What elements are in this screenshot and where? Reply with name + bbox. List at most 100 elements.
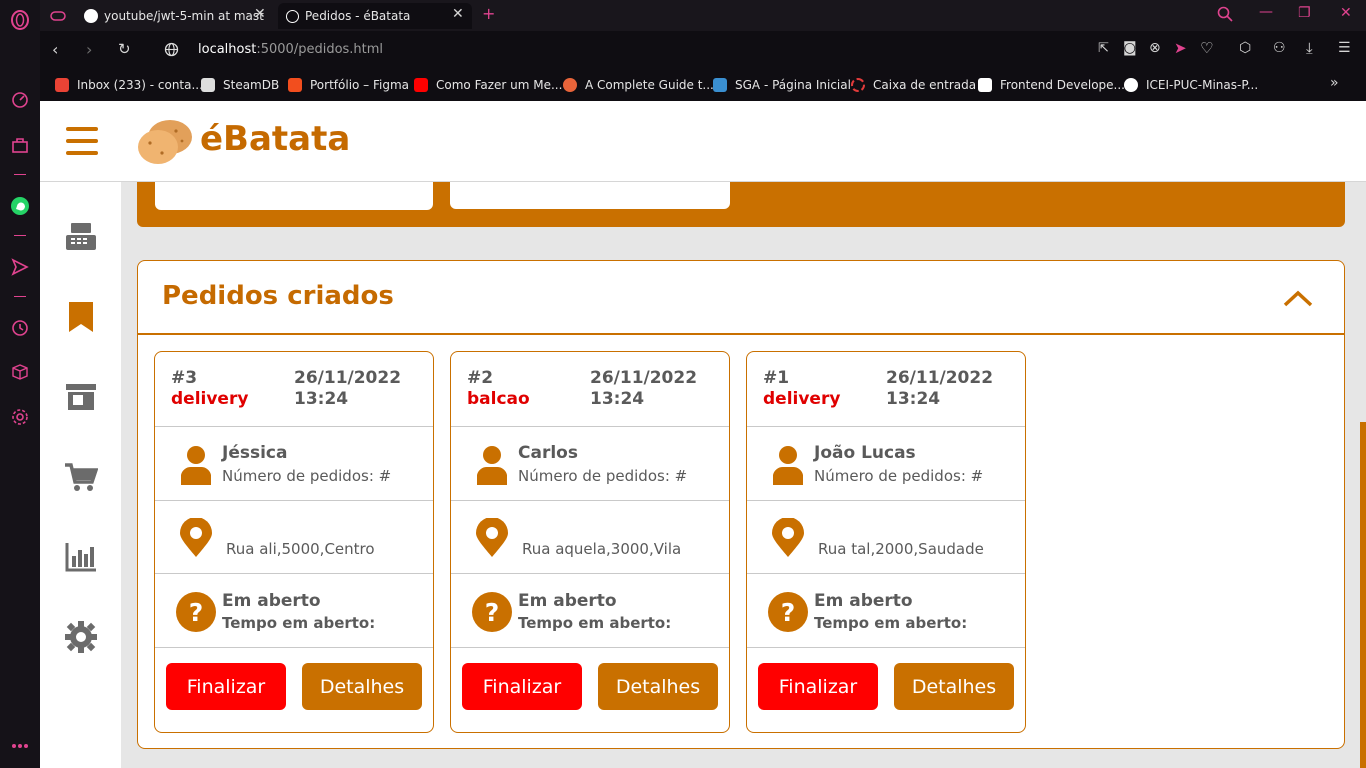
- cart-icon[interactable]: [64, 460, 98, 494]
- customer-name: João Lucas: [814, 443, 916, 463]
- easy-setup-icon[interactable]: ☰: [1338, 40, 1351, 56]
- bookmark-steamdb[interactable]: SteamDB: [201, 76, 279, 94]
- gamepad-icon[interactable]: [50, 8, 66, 27]
- restore-icon[interactable]: ❐: [1298, 5, 1311, 21]
- cash-register-icon[interactable]: [64, 219, 98, 253]
- speed-dial-icon[interactable]: [8, 88, 32, 112]
- finalize-button[interactable]: Finalizar: [462, 663, 582, 710]
- menu-icon[interactable]: [66, 127, 98, 159]
- customer-name: Jéssica: [222, 443, 288, 463]
- account-icon[interactable]: ⚇: [1273, 40, 1286, 56]
- send-icon[interactable]: [8, 255, 32, 279]
- close-window-icon[interactable]: ✕: [1340, 5, 1352, 21]
- order-open-time: Tempo em aberto:: [518, 614, 672, 632]
- app-sidebar: [40, 182, 121, 768]
- page-scrollbar[interactable]: [1360, 182, 1366, 768]
- potato-logo-icon: [136, 115, 196, 171]
- opera-logo-icon[interactable]: [8, 8, 32, 32]
- brand-name[interactable]: éBatata: [200, 119, 350, 159]
- bookmark-icon[interactable]: [64, 300, 98, 334]
- chevron-up-icon[interactable]: [1283, 289, 1313, 311]
- globe-icon: [286, 9, 299, 23]
- question-icon: ?: [472, 592, 512, 636]
- more-icon[interactable]: [8, 734, 32, 758]
- order-time: 13:24: [886, 389, 941, 409]
- customer-orders-count: Número de pedidos: #: [518, 467, 688, 485]
- forward-icon[interactable]: ›: [86, 40, 92, 59]
- frontend-icon: [978, 78, 992, 92]
- tab-strip: youtube/jwt-5-min at mast ✕ Pedidos - éB…: [40, 0, 1366, 31]
- details-button[interactable]: Detalhes: [894, 663, 1014, 710]
- bookmark-figma[interactable]: Portfólio – Figma: [288, 76, 409, 94]
- section-title: Pedidos criados: [162, 281, 394, 311]
- details-button[interactable]: Detalhes: [302, 663, 422, 710]
- adblock-icon[interactable]: ⊗: [1149, 40, 1161, 56]
- back-icon[interactable]: ‹: [52, 40, 58, 59]
- finalize-button[interactable]: Finalizar: [166, 663, 286, 710]
- close-tab-icon[interactable]: ✕: [254, 6, 266, 22]
- order-date: 26/11/2022: [590, 368, 698, 388]
- history-icon[interactable]: [8, 316, 32, 340]
- new-tab-icon[interactable]: +: [482, 4, 495, 23]
- url-field[interactable]: localhost:5000/pedidos.html: [198, 42, 383, 57]
- send-icon[interactable]: ➤: [1174, 39, 1187, 57]
- bookmark-youtube[interactable]: Como Fazer um Me...: [414, 76, 562, 94]
- scrollbar-thumb[interactable]: [1360, 422, 1366, 768]
- order-status: Em aberto: [222, 591, 321, 611]
- search-icon[interactable]: [1217, 6, 1233, 26]
- bookmark-github[interactable]: ICEI-PUC-Minas-P...: [1124, 76, 1258, 94]
- question-icon: ?: [176, 592, 216, 636]
- download-icon[interactable]: ⤓: [1306, 39, 1313, 57]
- cube-icon[interactable]: ⬡: [1239, 40, 1251, 56]
- camera-icon[interactable]: ◙: [1123, 40, 1137, 56]
- sga-icon: [713, 78, 727, 92]
- order-address: Rua ali,5000,Centro: [226, 540, 375, 558]
- close-tab-icon[interactable]: ✕: [452, 6, 464, 22]
- box-icon[interactable]: [8, 360, 32, 384]
- reload-icon[interactable]: ↻: [118, 40, 131, 58]
- bookmark-inbox[interactable]: Caixa de entrada: [851, 76, 976, 94]
- share-icon[interactable]: ⇱: [1098, 41, 1109, 56]
- store-icon[interactable]: [64, 380, 98, 414]
- figma-icon: [288, 78, 302, 92]
- gear-icon[interactable]: [64, 620, 98, 654]
- order-time: 13:24: [294, 389, 349, 409]
- person-icon: [773, 445, 803, 489]
- bookmark-gmail[interactable]: Inbox (233) - conta...: [55, 76, 203, 94]
- heart-icon[interactable]: ♡: [1200, 39, 1213, 57]
- settings-icon[interactable]: [8, 405, 32, 429]
- order-status: Em aberto: [518, 591, 617, 611]
- address-bar-row: ‹ › ↻ localhost:5000/pedidos.html ⇱ ◙ ⊗ …: [40, 31, 1366, 69]
- customer-orders-count: Número de pedidos: #: [222, 467, 392, 485]
- map-pin-icon: [475, 517, 509, 562]
- minimize-icon[interactable]: —: [1259, 4, 1273, 20]
- bookmark-sga[interactable]: SGA - Página Inicial: [713, 76, 851, 94]
- svg-text:?: ?: [189, 598, 204, 627]
- browser-sidebar: [0, 0, 40, 768]
- bookmark-guide[interactable]: A Complete Guide t...: [563, 76, 714, 94]
- tab-pedidos[interactable]: Pedidos - éBatata: [278, 3, 472, 29]
- order-time: 13:24: [590, 389, 645, 409]
- mail-icon: [851, 78, 865, 92]
- more-bookmarks-icon[interactable]: »: [1330, 75, 1339, 91]
- page-viewport: éBatata Pedidos criados #3 delivery 26/1…: [40, 101, 1366, 768]
- order-card: #2 balcao 26/11/2022 13:24 Carlos Número…: [450, 351, 730, 733]
- finalize-button[interactable]: Finalizar: [758, 663, 878, 710]
- chart-icon[interactable]: [64, 540, 98, 574]
- bookmarks-bar: Inbox (233) - conta... SteamDB Portfólio…: [40, 69, 1366, 101]
- tab-github[interactable]: youtube/jwt-5-min at mast: [76, 3, 276, 29]
- bag-icon[interactable]: [8, 133, 32, 157]
- order-number: #2: [467, 368, 494, 388]
- map-pin-icon: [179, 517, 213, 562]
- whatsapp-icon[interactable]: [8, 194, 32, 218]
- order-address: Rua tal,2000,Saudade: [818, 540, 984, 558]
- order-type: balcao: [467, 389, 530, 409]
- customer-name: Carlos: [518, 443, 578, 463]
- order-card: #1 delivery 26/11/2022 13:24 João Lucas …: [746, 351, 1026, 733]
- bookmark-frontend[interactable]: Frontend Develope...: [978, 76, 1125, 94]
- svg-text:?: ?: [485, 598, 500, 627]
- question-icon: ?: [768, 592, 808, 636]
- person-icon: [181, 445, 211, 489]
- order-number: #1: [763, 368, 790, 388]
- details-button[interactable]: Detalhes: [598, 663, 718, 710]
